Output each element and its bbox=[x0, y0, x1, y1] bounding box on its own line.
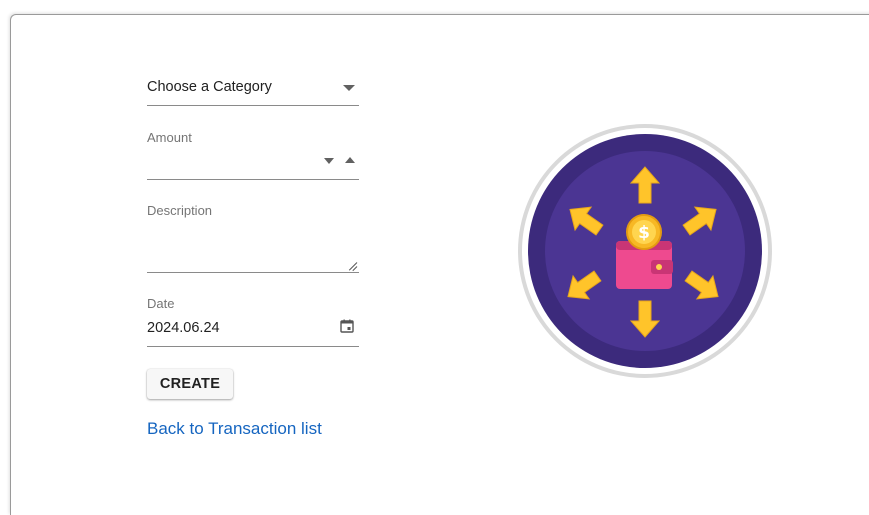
increment-arrow-icon[interactable] bbox=[345, 157, 355, 163]
amount-label: Amount bbox=[147, 130, 192, 145]
amount-underline bbox=[147, 179, 359, 180]
category-underline bbox=[147, 105, 359, 106]
calendar-icon[interactable] bbox=[340, 319, 354, 333]
date-underline bbox=[147, 346, 359, 347]
date-value: 2024.06.24 bbox=[147, 320, 220, 336]
wallet-money-arrows-illustration: $ bbox=[518, 124, 772, 378]
date-field[interactable]: Date 2024.06.24 bbox=[147, 294, 359, 347]
description-underline bbox=[147, 272, 359, 273]
category-select-value: Choose a Category bbox=[147, 79, 272, 95]
amount-field[interactable]: Amount bbox=[147, 128, 359, 180]
create-button[interactable]: CREATE bbox=[147, 369, 233, 399]
coin-symbol: $ bbox=[638, 223, 650, 243]
chevron-down-icon[interactable] bbox=[343, 85, 355, 91]
date-label: Date bbox=[147, 296, 175, 311]
description-field[interactable]: Description bbox=[147, 201, 359, 273]
resize-handle-icon[interactable] bbox=[348, 261, 358, 272]
category-select[interactable]: Choose a Category bbox=[147, 73, 359, 106]
back-to-transaction-list-link[interactable]: Back to Transaction list bbox=[147, 419, 322, 439]
description-label: Description bbox=[147, 203, 213, 218]
decrement-arrow-icon[interactable] bbox=[324, 158, 334, 164]
coin-icon: $ bbox=[626, 214, 662, 250]
